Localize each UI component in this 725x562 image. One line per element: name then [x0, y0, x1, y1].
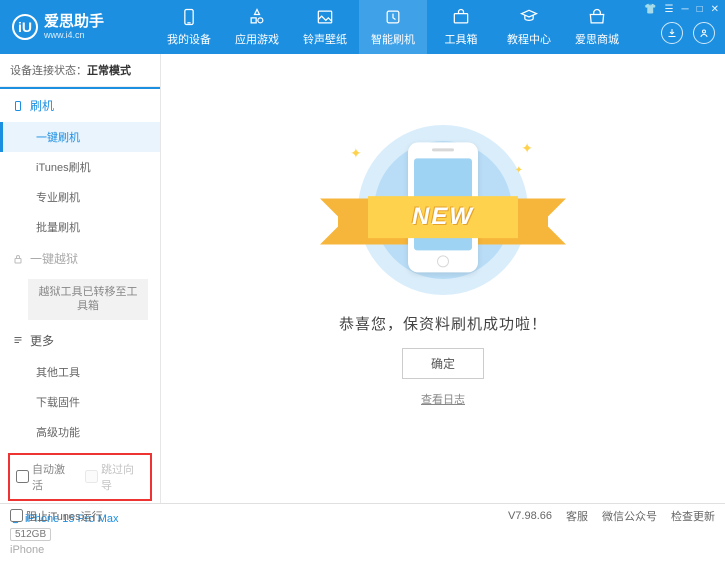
- sidebar-item-other-tools[interactable]: 其他工具: [0, 357, 160, 387]
- footer-link-support[interactable]: 客服: [566, 508, 588, 524]
- nav-toolbox[interactable]: 工具箱: [427, 0, 495, 54]
- nav-flash[interactable]: 智能刷机: [359, 0, 427, 54]
- store-icon: [587, 7, 607, 27]
- app-logo: iU 爱思助手 www.i4.cn: [0, 14, 155, 41]
- logo-icon: iU: [12, 14, 38, 40]
- sidebar-item-itunes-flash[interactable]: iTunes刷机: [0, 152, 160, 182]
- list-icon: [12, 334, 24, 346]
- skin-button[interactable]: 👕: [644, 4, 656, 15]
- device-type: iPhone: [10, 544, 150, 556]
- header-right-icons: [661, 22, 715, 44]
- success-message: 恭喜您，保资料刷机成功啦！: [339, 313, 547, 334]
- apps-icon: [247, 7, 267, 27]
- sidebar-item-download-firmware[interactable]: 下载固件: [0, 387, 160, 417]
- success-illustration: NEW ✦ ✦ ✦: [358, 125, 528, 295]
- jailbreak-moved-note: 越狱工具已转移至工具箱: [28, 279, 148, 320]
- options-row: 自动激活 跳过向导: [8, 453, 152, 501]
- ok-button[interactable]: 确定: [402, 348, 484, 379]
- close-button[interactable]: ✕: [711, 4, 719, 15]
- flash-icon: [383, 7, 403, 27]
- maximize-button[interactable]: □: [697, 4, 703, 15]
- window-controls: 👕 ☰ ─ □ ✕: [644, 4, 719, 15]
- nav-my-device[interactable]: 我的设备: [155, 0, 223, 54]
- main-content: NEW ✦ ✦ ✦ 恭喜您，保资料刷机成功啦！ 确定 查看日志: [161, 54, 725, 503]
- new-ribbon: NEW: [368, 196, 518, 238]
- nav-tutorials[interactable]: 教程中心: [495, 0, 563, 54]
- top-nav: 我的设备 应用游戏 铃声壁纸 智能刷机 工具箱 教程中心 爱思商城: [155, 0, 631, 54]
- wallpaper-icon: [315, 7, 335, 27]
- menu-button[interactable]: ☰: [665, 4, 674, 15]
- version-label: V7.98.66: [508, 510, 552, 522]
- sidebar-item-batch-flash[interactable]: 批量刷机: [0, 212, 160, 242]
- block-itunes-checkbox[interactable]: 阻止iTunes运行: [10, 508, 103, 524]
- nav-store[interactable]: 爱思商城: [563, 0, 631, 54]
- app-name: 爱思助手: [44, 14, 104, 31]
- auto-activate-checkbox[interactable]: 自动激活: [16, 461, 75, 493]
- sidebar-item-advanced[interactable]: 高级功能: [0, 417, 160, 447]
- sidebar-item-pro-flash[interactable]: 专业刷机: [0, 182, 160, 212]
- connection-status: 设备连接状态：正常模式: [0, 54, 160, 87]
- app-url: www.i4.cn: [44, 30, 104, 40]
- footer-link-wechat[interactable]: 微信公众号: [602, 508, 657, 524]
- phone-icon: [12, 100, 24, 112]
- view-log-link[interactable]: 查看日志: [421, 391, 465, 407]
- nav-ringtones[interactable]: 铃声壁纸: [291, 0, 359, 54]
- lock-icon: [12, 253, 24, 265]
- download-icon[interactable]: [661, 22, 683, 44]
- sidebar-head-jailbreak: 一键越狱: [0, 242, 160, 275]
- device-storage: 512GB: [10, 528, 51, 541]
- titlebar: iU 爱思助手 www.i4.cn 我的设备 应用游戏 铃声壁纸 智能刷机 工具…: [0, 0, 725, 54]
- sidebar-head-more[interactable]: 更多: [0, 324, 160, 357]
- nav-apps[interactable]: 应用游戏: [223, 0, 291, 54]
- sidebar: 设备连接状态：正常模式 刷机 一键刷机 iTunes刷机 专业刷机 批量刷机 一…: [0, 54, 161, 503]
- minimize-button[interactable]: ─: [681, 4, 688, 15]
- device-icon: [179, 7, 199, 27]
- tutorial-icon: [519, 7, 539, 27]
- sidebar-item-oneclick-flash[interactable]: 一键刷机: [0, 122, 160, 152]
- user-icon[interactable]: [693, 22, 715, 44]
- footer-link-update[interactable]: 检查更新: [671, 508, 715, 524]
- toolbox-icon: [451, 7, 471, 27]
- skip-guide-checkbox[interactable]: 跳过向导: [85, 461, 144, 493]
- sidebar-head-flash[interactable]: 刷机: [0, 89, 160, 122]
